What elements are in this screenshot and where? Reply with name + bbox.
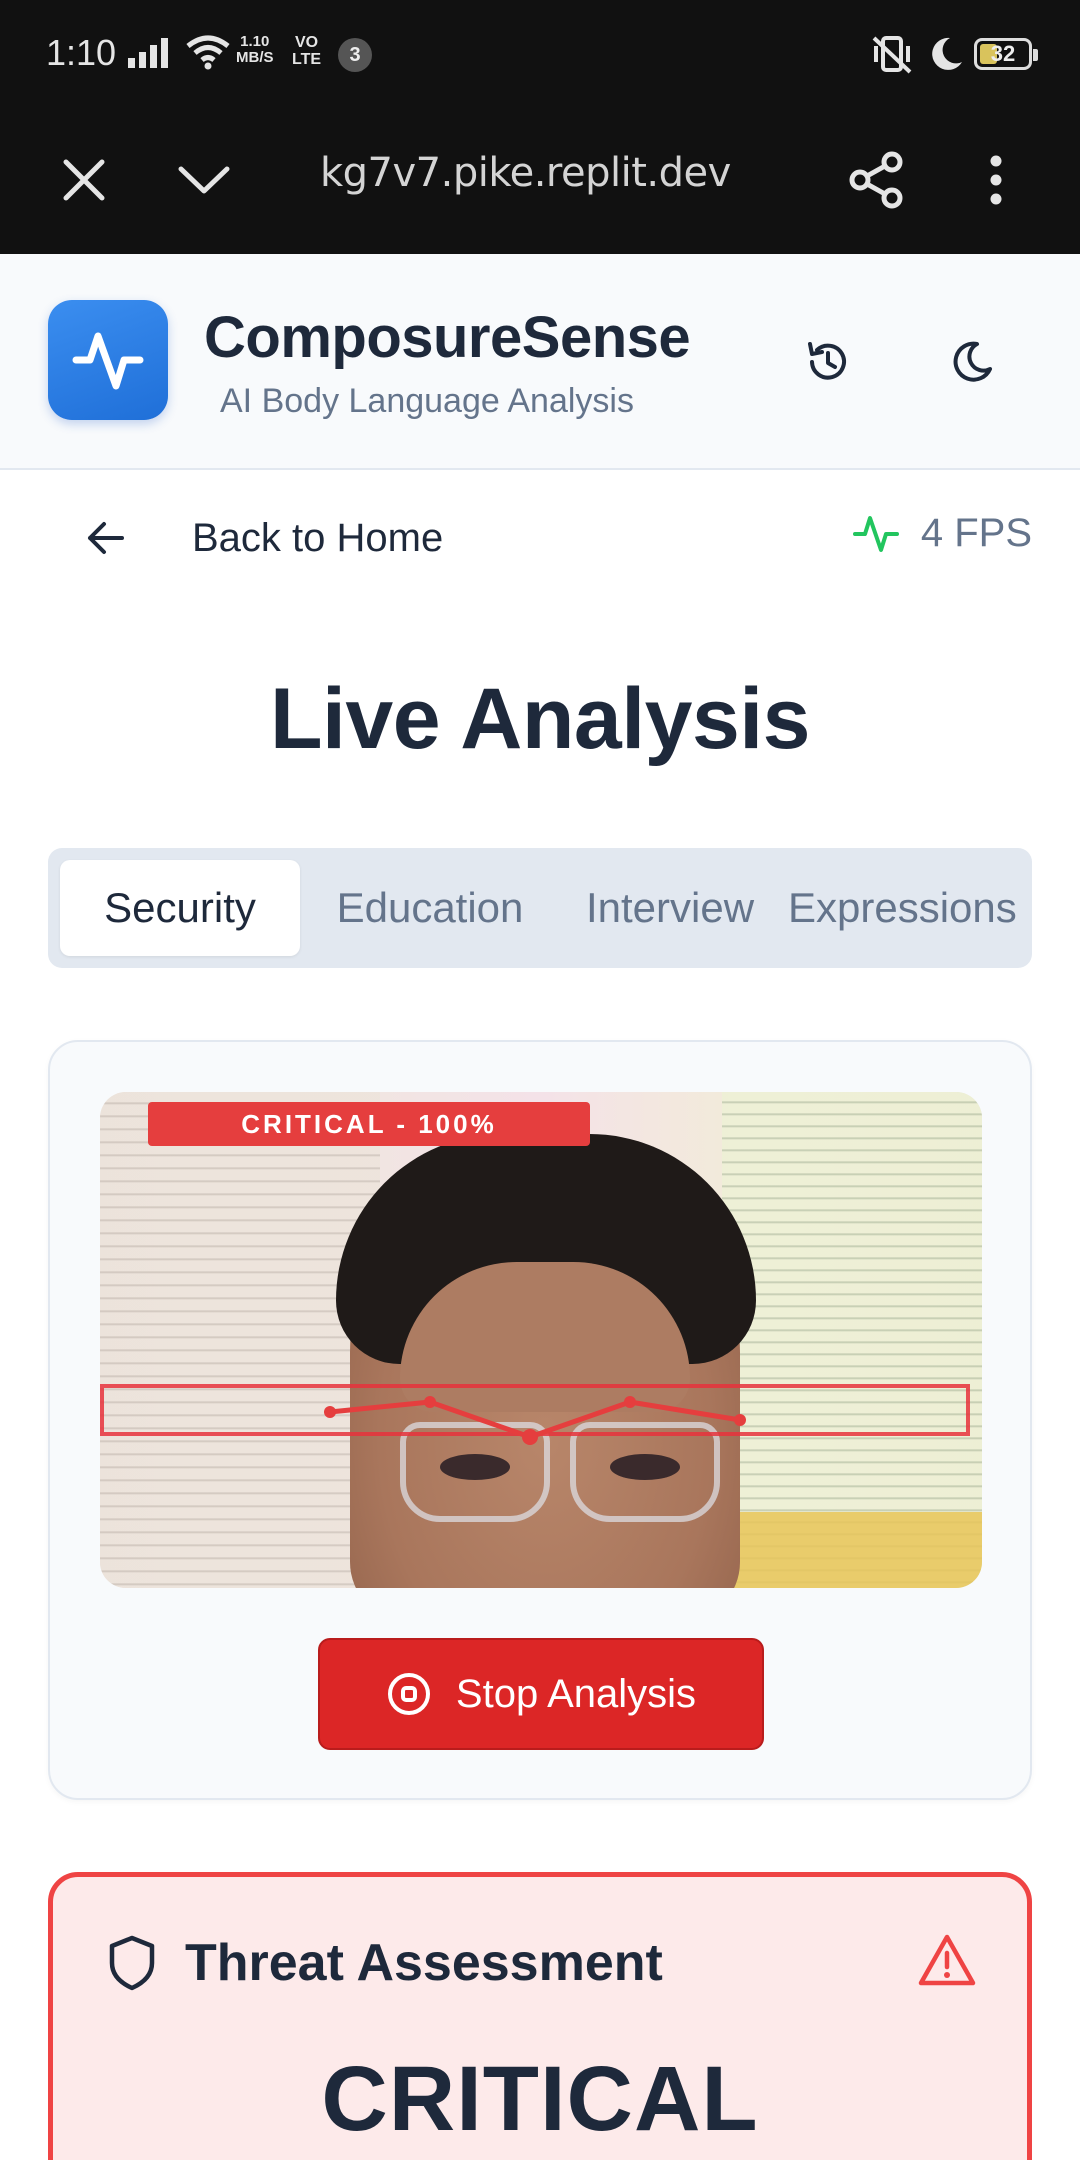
status-time: 1:10 <box>46 32 117 73</box>
mode-tabs: Security Education Interview Expressions <box>48 848 1032 968</box>
chevron-down-icon <box>178 166 230 194</box>
page-title: Live Analysis <box>269 671 811 767</box>
stop-analysis-label: Stop Analysis <box>455 1671 697 1716</box>
history-button[interactable] <box>788 322 868 402</box>
back-label: Back to Home <box>192 515 444 560</box>
tab-expressions[interactable]: Expressions <box>788 860 1032 956</box>
threat-title: Threat Assessment <box>185 1934 663 1992</box>
app-title: ComposureSense <box>204 305 691 370</box>
tab-interview[interactable]: Interview <box>560 860 780 956</box>
activity-icon <box>72 332 144 390</box>
share-button[interactable] <box>836 140 916 220</box>
app-subtitle: AI Body Language Analysis <box>220 382 634 420</box>
shield-icon <box>109 1935 155 1991</box>
battery-indicator: 32 <box>974 38 1038 70</box>
close-icon <box>63 159 105 201</box>
fps-value: 4 FPS <box>920 510 1032 555</box>
threat-header: Threat Assessment <box>107 1933 663 1993</box>
landmark-overlay <box>324 1396 746 1445</box>
more-vertical-icon <box>990 155 1002 205</box>
app-logo <box>48 300 168 420</box>
moon-icon <box>928 36 964 77</box>
volte-indicator: VO LTE <box>292 34 322 68</box>
notification-badge: 3 <box>338 38 372 72</box>
tab-security[interactable]: Security <box>60 860 300 956</box>
tab-education[interactable]: Education <box>316 860 544 956</box>
camera-card: CRITICAL - 100% Stop Analysis <box>48 1040 1032 1800</box>
warning-icon <box>917 1933 977 1992</box>
back-to-home-link[interactable]: Back to Home <box>86 500 443 576</box>
overlay-status-label: CRITICAL - 100% <box>148 1102 590 1146</box>
app-header: ComposureSense AI Body Language Analysis <box>0 254 1080 470</box>
history-icon <box>808 342 846 380</box>
activity-icon <box>852 516 899 552</box>
threat-level: CRITICAL <box>321 2048 759 2150</box>
moon-icon <box>953 341 992 382</box>
stop-analysis-button[interactable]: Stop Analysis <box>318 1638 764 1750</box>
vibrate-off-icon <box>870 34 914 79</box>
threat-assessment-card: Threat Assessment CRITICAL <box>48 1872 1032 2160</box>
stop-circle-icon <box>387 1673 430 1715</box>
status-bar: 1:10 1.10 MB/S VO LTE 3 32 <box>0 0 1080 108</box>
close-tab-button[interactable] <box>44 140 124 220</box>
url-text[interactable]: kg7v7.pike.replit.dev <box>320 150 780 196</box>
camera-feed: CRITICAL - 100% <box>100 1092 982 1588</box>
overflow-menu-button[interactable] <box>956 140 1036 220</box>
theme-toggle-button[interactable] <box>932 322 1012 402</box>
browser-toolbar: kg7v7.pike.replit.dev <box>0 108 1080 254</box>
signal-icon <box>128 36 174 75</box>
arrow-left-icon <box>88 522 124 554</box>
wifi-icon <box>186 34 230 75</box>
fps-indicator: 4 FPS <box>852 510 1032 556</box>
minimize-button[interactable] <box>164 140 244 220</box>
network-speed: 1.10 MB/S <box>236 33 274 66</box>
share-icon <box>849 151 903 209</box>
